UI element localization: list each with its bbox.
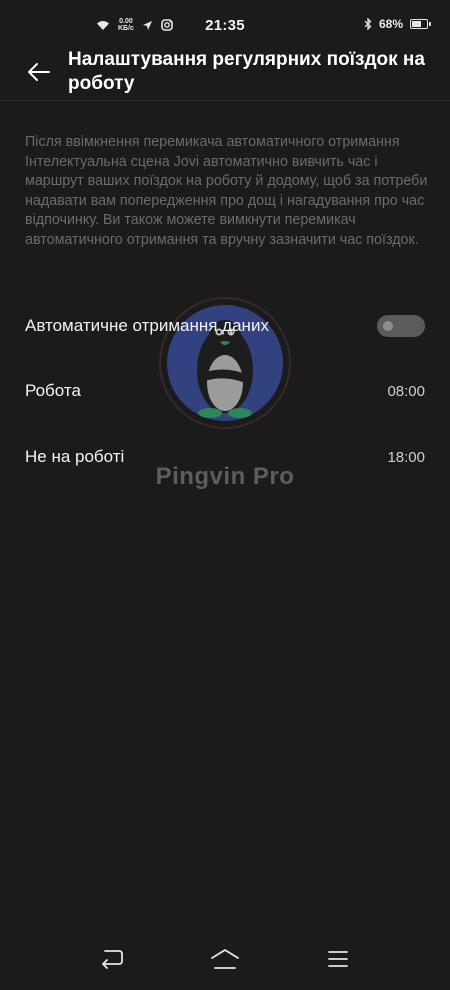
back-nav-icon	[102, 950, 123, 969]
home-nav-icon	[211, 949, 239, 969]
nav-home-button[interactable]	[210, 944, 240, 974]
auto-data-label: Автоматичне отримання даних	[25, 316, 269, 335]
work-time-label: Робота	[25, 381, 81, 400]
nav-back-button[interactable]	[97, 944, 127, 974]
header: Налаштування регулярних поїздок на робот…	[0, 42, 450, 101]
auto-data-row[interactable]: Автоматичне отримання даних	[25, 306, 425, 346]
nav-menu-button[interactable]	[323, 944, 353, 974]
auto-data-toggle[interactable]	[377, 315, 425, 337]
toggle-knob	[383, 321, 393, 331]
off-work-time-label: Не на роботі	[25, 447, 125, 466]
description-text: Після ввімкнення перемикача автоматичног…	[25, 134, 428, 248]
work-time-value: 08:00	[387, 382, 425, 400]
work-time-row[interactable]: Робота 08:00	[25, 371, 425, 411]
page-title: Налаштування регулярних поїздок на робот…	[68, 49, 425, 94]
bluetooth-icon	[364, 18, 372, 30]
back-button[interactable]	[24, 57, 54, 87]
back-arrow-icon	[28, 63, 50, 81]
off-work-time-value: 18:00	[387, 448, 425, 466]
battery-icon	[410, 19, 431, 29]
menu-nav-icon	[328, 951, 348, 967]
status-right-icons: 68%	[364, 17, 431, 31]
navigation-bar	[0, 930, 450, 990]
battery-percent: 68%	[378, 17, 403, 31]
battery-fill	[412, 21, 421, 27]
off-work-time-row[interactable]: Не на роботі 18:00	[25, 437, 425, 477]
